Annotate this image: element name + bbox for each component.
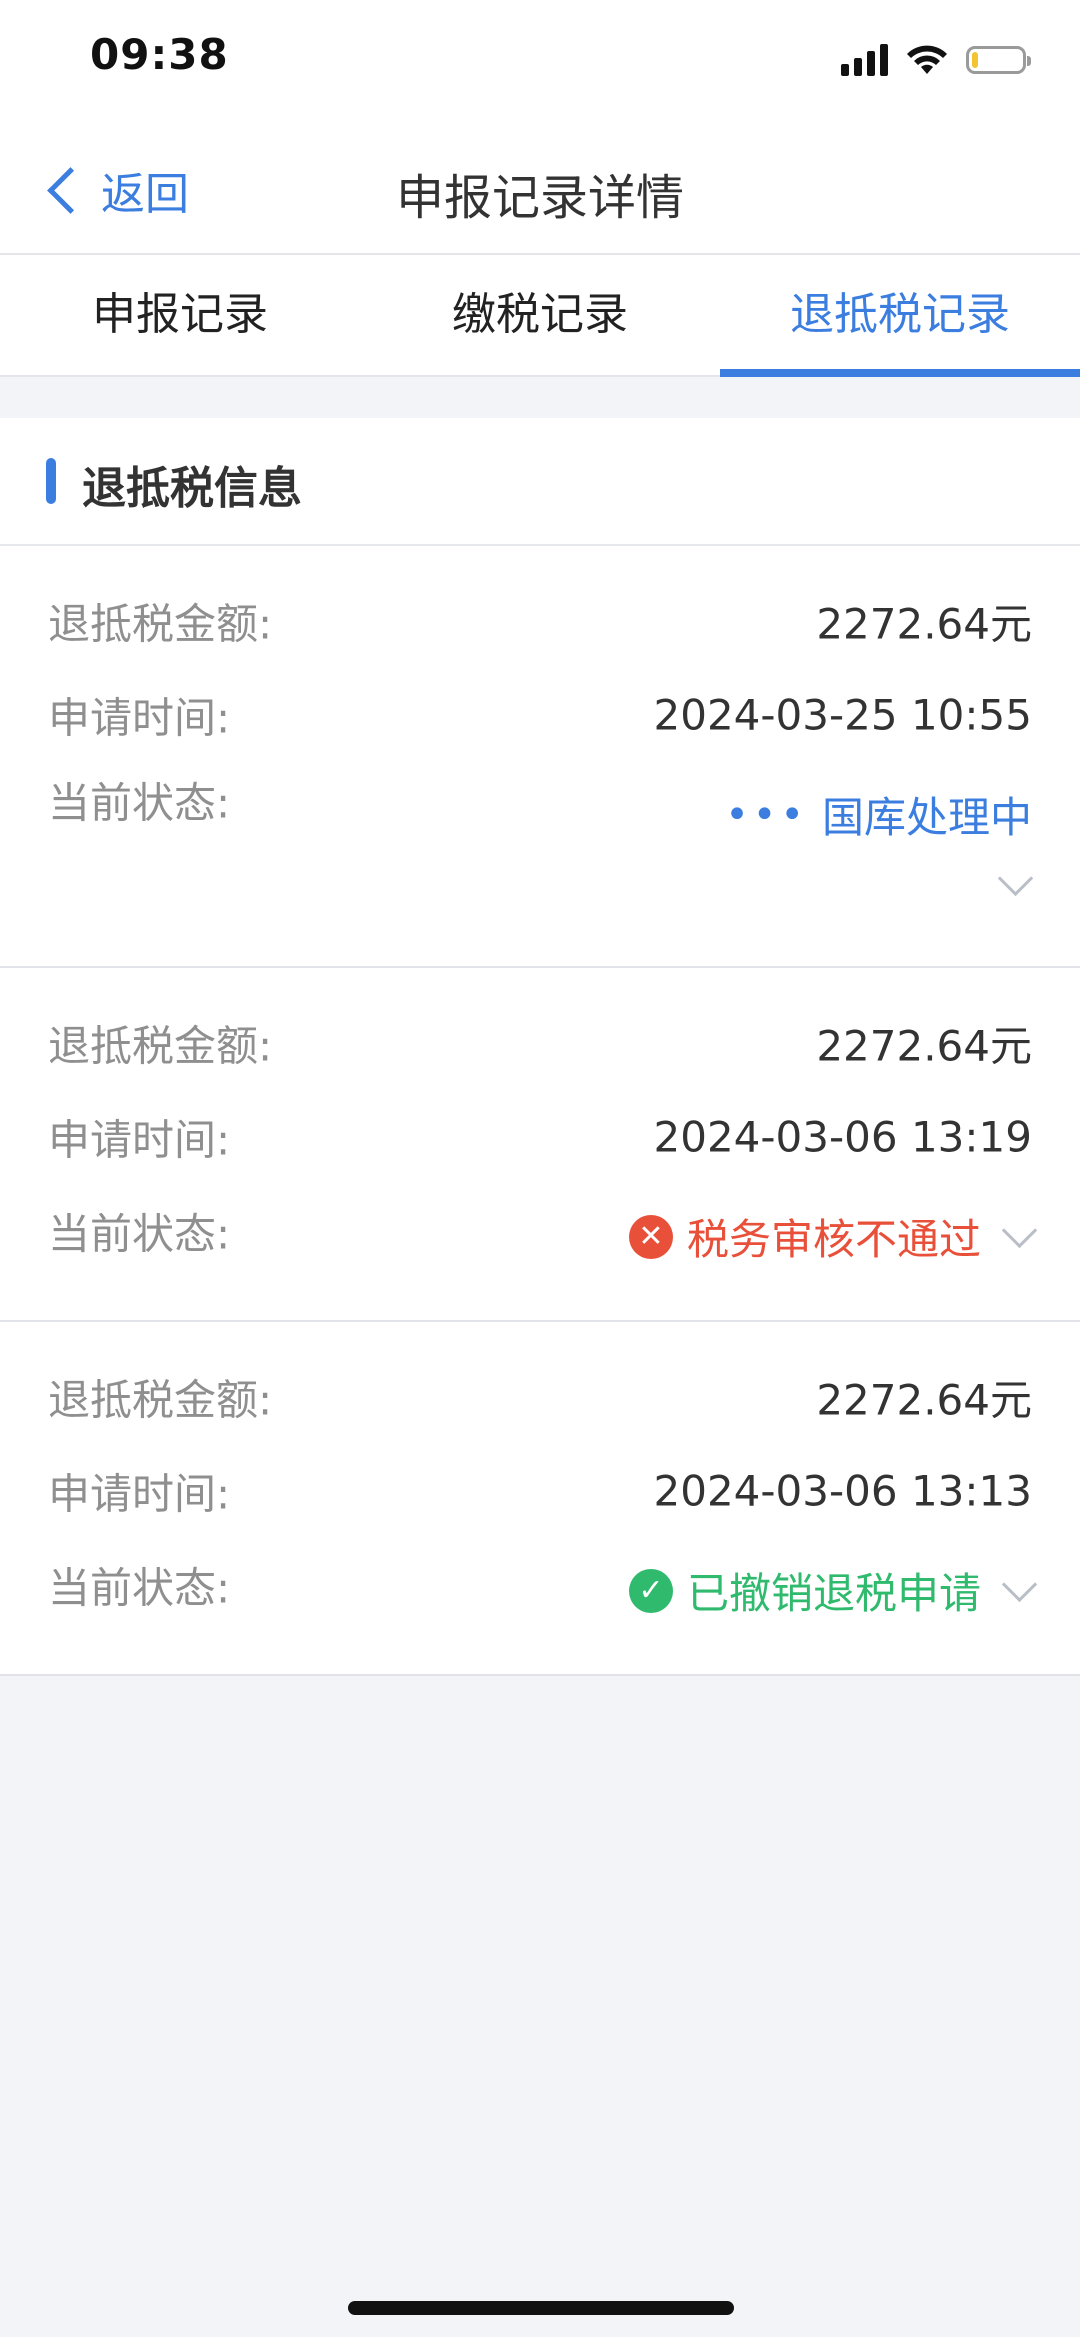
error-circle-icon: ✕ [628, 1214, 673, 1259]
time-label: 申请时间: [48, 1469, 231, 1519]
section-title: 退抵税信息 [82, 463, 302, 514]
time-label: 申请时间: [48, 693, 231, 743]
check-circle-icon: ✓ [628, 1568, 673, 1613]
chevron-down-icon[interactable] [1001, 1566, 1038, 1603]
status-icons [841, 40, 1031, 80]
status-value: ✓ 已撤销退税申请 [628, 1560, 1038, 1621]
time-row: 申请时间: 2024-03-06 13:13 [48, 1444, 1032, 1538]
tab-refund-records[interactable]: 退抵税记录 [720, 255, 1080, 377]
status-row: 当前状态: ✓ 已撤销退税申请 [48, 1538, 1038, 1632]
tab-tax-payment-records[interactable]: 缴税记录 [360, 255, 720, 375]
status-value: ••• 国库处理中 [725, 784, 1032, 845]
status-text: 国库处理中 [821, 793, 1032, 842]
page-title: 申报记录详情 [395, 170, 684, 226]
section-header: 退抵税信息 [0, 418, 1080, 546]
battery-icon [966, 46, 1031, 74]
amount-row: 退抵税金额: 2272.64元 [48, 574, 1032, 668]
status-row: 当前状态: ••• 国库处理中 [48, 762, 1032, 862]
section-accent-bar [46, 458, 56, 504]
status-label: 当前状态: [48, 778, 231, 828]
refund-record[interactable]: 退抵税金额: 2272.64元 申请时间: 2024-03-06 13:19 当… [0, 968, 1080, 1322]
signal-icon [841, 44, 888, 76]
time-value: 2024-03-06 13:13 [653, 1466, 1032, 1516]
tab-bar: 申报记录 缴税记录 退抵税记录 [0, 255, 1080, 377]
time-row: 申请时间: 2024-03-06 13:19 [48, 1090, 1032, 1184]
chevron-down-icon[interactable] [1001, 1212, 1038, 1249]
amount-value: 2272.64元 [816, 1375, 1032, 1425]
status-text: 已撤销退税申请 [686, 1569, 981, 1618]
time-row: 申请时间: 2024-03-25 10:55 [48, 668, 1032, 762]
dots-icon: ••• [725, 791, 808, 838]
tab-declaration-records[interactable]: 申报记录 [0, 255, 360, 375]
time-label: 申请时间: [48, 1115, 231, 1165]
status-value: ✕ 税务审核不通过 [628, 1206, 1038, 1267]
refund-record-list: 退抵税金额: 2272.64元 申请时间: 2024-03-25 10:55 当… [0, 546, 1080, 1676]
wifi-icon [907, 45, 947, 74]
amount-label: 退抵税金额: [48, 1375, 273, 1425]
status-label: 当前状态: [48, 1563, 231, 1613]
amount-row: 退抵税金额: 2272.64元 [48, 1350, 1032, 1444]
status-bar: 09:38 [0, 0, 1080, 120]
home-indicator [348, 2301, 734, 2315]
battery-level [972, 52, 978, 68]
amount-value: 2272.64元 [816, 1021, 1032, 1071]
refund-record[interactable]: 退抵税金额: 2272.64元 申请时间: 2024-03-25 10:55 当… [0, 546, 1080, 968]
amount-value: 2272.64元 [816, 599, 1032, 649]
refund-record[interactable]: 退抵税金额: 2272.64元 申请时间: 2024-03-06 13:13 当… [0, 1322, 1080, 1676]
time-value: 2024-03-25 10:55 [653, 690, 1032, 740]
chevron-down-icon[interactable] [997, 860, 1034, 897]
amount-row: 退抵税金额: 2272.64元 [48, 996, 1032, 1090]
status-time: 09:38 [90, 30, 229, 79]
status-row: 当前状态: ✕ 税务审核不通过 [48, 1184, 1038, 1278]
status-text: 税务审核不通过 [686, 1215, 981, 1264]
amount-label: 退抵税金额: [48, 599, 273, 649]
time-value: 2024-03-06 13:19 [653, 1112, 1032, 1162]
nav-bar: 返回 申报记录详情 [0, 120, 1080, 255]
amount-label: 退抵税金额: [48, 1021, 273, 1071]
status-label: 当前状态: [48, 1209, 231, 1259]
